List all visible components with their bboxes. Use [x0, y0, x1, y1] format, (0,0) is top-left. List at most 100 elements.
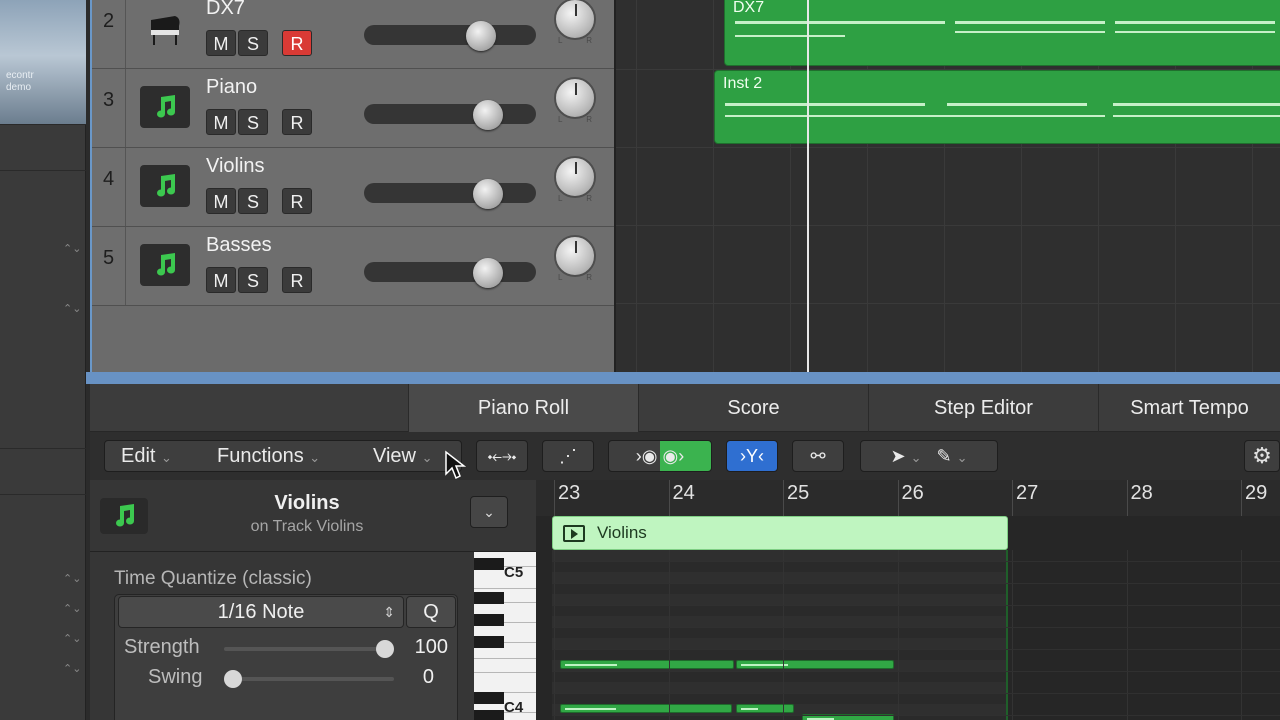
track-header-violins[interactable]: 4 Violins M S R LR	[92, 148, 616, 227]
music-note-icon[interactable]	[140, 244, 190, 286]
volume-fader-knob[interactable]	[473, 179, 503, 209]
bar-number: 23	[558, 482, 581, 504]
pencil-tool-icon[interactable]: ✎ ⌄	[937, 446, 968, 466]
mute-button[interactable]: M	[206, 109, 236, 135]
play-region-icon[interactable]	[563, 525, 585, 542]
black-key[interactable]	[474, 592, 504, 604]
midi-note[interactable]	[736, 704, 794, 713]
playhead[interactable]	[807, 0, 809, 372]
menu-group: Edit ⌄ Functions ⌄ View ⌄	[104, 440, 462, 472]
edit-menu-label: Edit	[121, 445, 156, 467]
music-note-icon[interactable]	[140, 86, 190, 128]
stepper-icon[interactable]: ⌃⌄	[63, 630, 81, 648]
piano-roll-region-header[interactable]: Violins	[552, 516, 1008, 550]
link-icon[interactable]: ⚯	[792, 440, 844, 472]
midi-line	[725, 115, 1105, 117]
region-inst-2[interactable]: Inst 2	[714, 70, 1280, 144]
volume-fader[interactable]	[364, 104, 536, 124]
stepper-icon[interactable]: ⌃⌄	[63, 600, 81, 618]
functions-menu[interactable]: Functions ⌄	[217, 441, 320, 473]
settings-gear-icon[interactable]: ⚙	[1244, 440, 1280, 472]
volume-fader[interactable]	[364, 183, 536, 203]
stepper-icon[interactable]: ⌃⌄	[63, 570, 81, 588]
grand-piano-icon[interactable]	[140, 7, 190, 49]
midi-note[interactable]	[560, 660, 734, 669]
bar-ruler[interactable]: 23 24 25 26 27 28 29	[536, 480, 1280, 516]
volume-fader[interactable]	[364, 25, 536, 45]
mute-button[interactable]: M	[206, 188, 236, 214]
track-header-dx7[interactable]: 2 DX7 M S R LR	[92, 0, 616, 69]
tab-step-editor[interactable]: Step Editor	[868, 384, 1098, 432]
solo-button[interactable]: S	[238, 188, 268, 214]
music-note-icon[interactable]	[140, 165, 190, 207]
solo-button[interactable]: S	[238, 267, 268, 293]
track-header-piano[interactable]: 3 Piano M S R LR	[92, 69, 616, 148]
solo-button[interactable]: S	[238, 109, 268, 135]
volume-fader-knob[interactable]	[473, 100, 503, 130]
pan-knob[interactable]	[554, 0, 596, 40]
midi-note[interactable]	[736, 660, 894, 669]
volume-fader-knob[interactable]	[466, 21, 496, 51]
track-name[interactable]: Violins	[206, 155, 265, 178]
mute-button[interactable]: M	[206, 30, 236, 56]
automation-icon[interactable]: ⋰	[542, 440, 594, 472]
arrange-area[interactable]: DX7 Inst 2	[614, 0, 1280, 382]
black-key[interactable]	[474, 710, 504, 720]
panel-divider[interactable]	[86, 372, 1280, 384]
editor-toolbar: Edit ⌄ Functions ⌄ View ⌄ ⤝⤞ ⋰ ›◉ ◉› ›Y‹…	[90, 432, 1280, 480]
midi-line	[1113, 103, 1280, 106]
chevron-down-icon: ⌄	[161, 450, 172, 465]
midi-note[interactable]	[560, 704, 732, 713]
midi-line	[735, 21, 945, 24]
pan-knob[interactable]	[554, 156, 596, 198]
mute-button[interactable]: M	[206, 267, 236, 293]
pointer-tool-icon[interactable]: ➤ ⌄	[890, 446, 921, 466]
black-key[interactable]	[474, 558, 504, 570]
track-name[interactable]: Piano	[206, 76, 257, 99]
track-name[interactable]: DX7	[206, 0, 245, 20]
quantize-button[interactable]: Q	[406, 596, 456, 628]
quantize-value-select[interactable]: 1/16 Note ⇕	[118, 596, 404, 628]
catch-playhead-icon[interactable]: ›Y‹	[726, 440, 778, 472]
edit-menu[interactable]: Edit ⌄	[121, 441, 172, 473]
record-enable-button[interactable]: R	[282, 188, 312, 214]
track-header-basses[interactable]: 5 Basses M S R LR	[92, 227, 616, 306]
volume-fader[interactable]	[364, 262, 536, 282]
stepper-icon[interactable]: ⌃⌄	[63, 240, 81, 258]
black-key[interactable]	[474, 614, 504, 626]
solo-button[interactable]: S	[238, 30, 268, 56]
record-enable-button[interactable]: R	[282, 109, 312, 135]
white-key-edge	[474, 658, 536, 659]
key-label-c4: C4	[504, 699, 524, 716]
project-thumbnail: econtr demo	[0, 0, 86, 124]
pan-knob[interactable]	[554, 77, 596, 119]
strength-value: 100	[414, 636, 448, 658]
tab-smart-tempo[interactable]: Smart Tempo	[1098, 384, 1280, 432]
stepper-icon: ⇕	[383, 604, 395, 620]
collapse-icon[interactable]: ⤝⤞	[476, 440, 528, 472]
tab-piano-roll[interactable]: Piano Roll	[408, 384, 638, 432]
quantize-title: Time Quantize (classic)	[114, 568, 312, 589]
swing-slider[interactable]	[224, 677, 394, 681]
piano-roll-grid[interactable]: Violins	[536, 516, 1280, 720]
view-menu[interactable]: View ⌄	[373, 441, 432, 473]
track-number: 3	[92, 69, 126, 147]
tool-selector[interactable]: ➤ ⌄ ✎ ⌄	[860, 440, 998, 472]
strip-divider	[0, 494, 86, 495]
stepper-icon[interactable]: ⌃⌄	[63, 660, 81, 678]
stepper-icon[interactable]: ⌃⌄	[63, 300, 81, 318]
volume-fader-knob[interactable]	[473, 258, 503, 288]
track-name[interactable]: Basses	[206, 234, 272, 257]
arrange-grid-line	[713, 0, 714, 372]
pan-knob[interactable]	[554, 235, 596, 277]
tab-score[interactable]: Score	[638, 384, 868, 432]
black-key[interactable]	[474, 636, 504, 648]
piano-keyboard[interactable]: C5 C4	[474, 552, 536, 720]
record-enable-button[interactable]: R	[282, 267, 312, 293]
region-menu-button[interactable]: ⌄	[470, 496, 508, 528]
black-key[interactable]	[474, 692, 504, 704]
swing-slider-knob[interactable]	[224, 670, 242, 688]
record-enable-button[interactable]: R	[282, 30, 312, 56]
strength-slider[interactable]	[224, 647, 394, 651]
midi-in-out-icon[interactable]: ›◉ ◉›	[608, 440, 712, 472]
